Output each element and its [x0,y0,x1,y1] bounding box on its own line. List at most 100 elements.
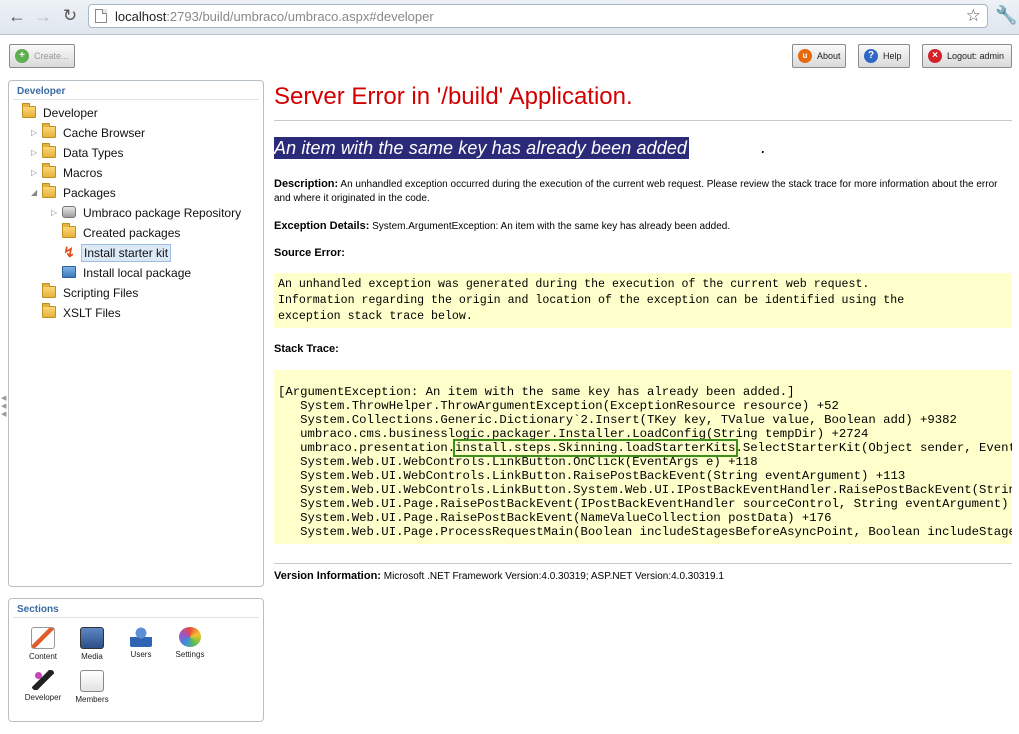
expand-arrow-icon[interactable]: ▷ [31,124,41,142]
folder-icon [42,123,56,138]
url-host: localhost [115,9,167,24]
help-icon: ? [864,49,878,63]
tree-node-label: Scripting Files [63,286,139,300]
tree-node-label: Packages [63,186,116,200]
description-text: An unhandled exception occurred during t… [274,179,998,204]
panel-splitter-handle[interactable]: ◀ ◀ ◀ [1,395,6,419]
collapse-arrow-icon[interactable]: ◢ [31,184,41,202]
version-label: Version Information: [274,570,381,582]
folder-icon [22,103,36,118]
stack-line: System.Web.UI.Page.ProcessRequestMain(Bo… [300,525,1012,539]
section-label: Settings [175,650,205,659]
section-content[interactable]: Content [23,627,63,661]
stack-line-prefix: umbraco.presentation. [278,441,456,455]
url-path: :2793/build/umbraco/umbraco.aspx#develop… [166,9,434,24]
section-settings[interactable]: Settings [170,627,210,659]
stack-line: System.Web.UI.Page.RaisePostBackEvent(Na… [278,511,832,525]
media-icon [80,627,104,649]
folder-icon [42,183,56,198]
divider [274,563,1012,564]
exception-label: Exception Details: [274,220,370,232]
tree-node-label: Cache Browser [63,126,146,140]
members-icon [80,670,104,692]
bookmark-star-icon[interactable]: ☆ [966,6,981,26]
section-members[interactable]: Members [72,670,112,704]
stack-trace-label: Stack Trace: [274,343,339,355]
stack-line: System.Web.UI.Page.RaisePostBackEvent(IP… [278,497,1009,511]
help-button[interactable]: ? Help [858,44,910,68]
description-label: Description: [274,178,339,190]
stack-line: System.Web.UI.WebControls.LinkButton.Sys… [300,483,1012,497]
section-label: Members [75,695,109,704]
section-users[interactable]: Users [121,627,161,659]
stack-line-highlighted: umbraco.presentation.install.steps.Skinn… [278,439,1012,457]
tree-node-label: Macros [63,166,103,180]
folder-icon [62,223,76,238]
about-button-label: About [817,51,841,61]
source-line: exception stack trace below. [278,310,473,323]
plus-icon: + [15,49,29,63]
address-url[interactable]: localhost:2793/build/umbraco/umbraco.asp… [115,9,434,24]
developer-tree-panel: Developer Developer ▷ Cache Browser ▷ Da… [8,80,264,587]
tree-node-label: Install local package [83,266,192,280]
stack-line: [ArgumentException: An item with the sam… [278,385,795,399]
section-media[interactable]: Media [72,627,112,661]
tree-node-label: Install starter kit [81,244,172,262]
address-bar[interactable]: localhost:2793/build/umbraco/umbraco.asp… [88,4,988,28]
back-arrow-icon[interactable]: ← [6,5,28,27]
stack-line-suffix: .SelectStarterKit(Object sender, EventAr… [735,441,1012,455]
lightning-icon: ↯ [63,244,75,260]
stack-line: System.Collections.Generic.Dictionary`2.… [278,413,957,427]
section-label: Media [81,652,103,661]
developer-icon [32,670,54,690]
source-error-label: Source Error: [274,247,345,259]
section-developer[interactable]: Developer [23,670,63,702]
exception-details: Exception Details: System.ArgumentExcept… [274,219,1012,234]
divider [13,617,259,618]
logout-icon: × [928,49,942,63]
stack-line: System.Web.UI.WebControls.LinkButton.OnC… [278,455,758,469]
divider [274,120,1012,121]
stack-line: System.Web.UI.WebControls.LinkButton.Rai… [278,469,906,483]
wrench-menu-icon[interactable]: 🔧 [995,5,1017,26]
tree-node-label: Umbraco package Repository [83,206,242,220]
error-message-heading: An item with the same key has already be… [274,137,690,159]
folder-icon [42,303,56,318]
expand-arrow-icon[interactable]: ▷ [31,164,41,182]
create-button[interactable]: + Create... [9,44,75,68]
sections-panel-header: Sections [17,604,59,615]
forward-arrow-icon[interactable]: → [32,5,54,27]
section-label: Content [28,652,58,661]
content-icon [31,627,55,649]
sections-panel: Sections Content Media Users Settings De… [8,598,264,722]
tree-node-label: Developer [43,106,98,120]
page-icon [95,9,107,23]
logout-button-label: Logout: admin [947,51,1005,61]
highlighted-method: install.steps.Skinning.loadStarterKits [453,439,738,457]
tree-node-label: Created packages [83,226,181,240]
section-label: Developer [24,693,62,702]
help-button-label: Help [883,51,902,61]
folder-icon [42,163,56,178]
version-information: Version Information: Microsoft .NET Fram… [274,570,724,582]
database-icon [62,206,76,218]
expand-arrow-icon[interactable]: ▷ [31,144,41,162]
users-icon [130,627,152,647]
folder-icon [42,143,56,158]
tree-node-label: Data Types [63,146,124,160]
stack-trace-box: [ArgumentException: An item with the sam… [274,370,1012,544]
divider [13,99,259,100]
about-button[interactable]: u About [792,44,846,68]
expand-arrow-icon[interactable]: ▷ [51,204,61,222]
tree-panel-header: Developer [17,86,66,97]
browser-toolbar: ← → ↻ localhost:2793/build/umbraco/umbra… [0,0,1019,35]
settings-icon [179,627,201,647]
source-line: An unhandled exception was generated dur… [278,278,870,291]
reload-icon[interactable]: ↻ [59,5,81,27]
create-button-label: Create... [34,51,69,61]
folder-icon [42,283,56,298]
section-label: Users [130,650,152,659]
error-heading-period: . [761,137,767,157]
logout-button[interactable]: × Logout: admin [922,44,1012,68]
error-description: Description: An unhandled exception occu… [274,177,1012,206]
